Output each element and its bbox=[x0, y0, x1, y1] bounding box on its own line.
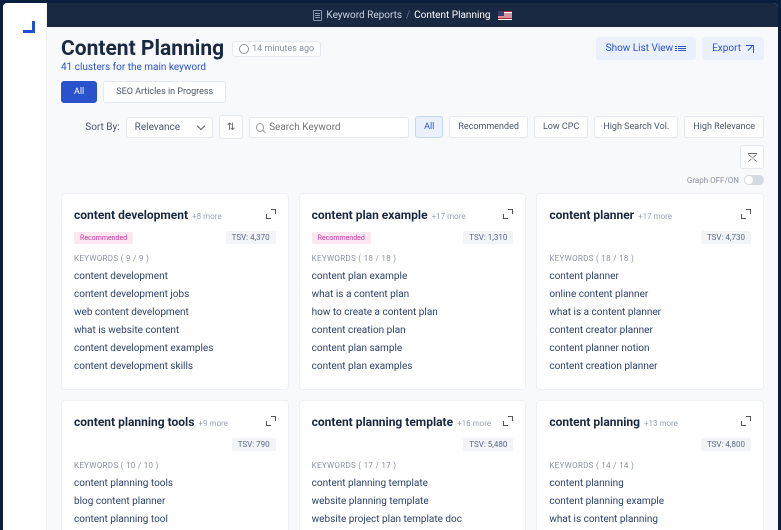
keyword-item[interactable]: content plan sample bbox=[312, 343, 514, 354]
tsv-badge: TSV: 1,310 bbox=[463, 231, 513, 244]
keyword-item[interactable]: website planning template bbox=[312, 496, 514, 507]
show-list-view-button[interactable]: Show List View bbox=[596, 37, 697, 60]
keyword-item[interactable]: content planner bbox=[549, 271, 751, 282]
keyword-item[interactable]: blog content planner bbox=[74, 496, 276, 507]
sort-label: Sort By: bbox=[85, 122, 119, 133]
keyword-item[interactable]: content planning tools bbox=[74, 478, 276, 489]
cluster-card: content planning template +16 more TSV: 5… bbox=[299, 400, 527, 530]
chevron-down-icon bbox=[197, 121, 205, 129]
cluster-more-count: +16 more bbox=[457, 419, 491, 428]
keyword-item[interactable]: content creation planner bbox=[549, 361, 751, 372]
keyword-item[interactable]: how to create a content plan bbox=[312, 307, 514, 318]
filter-icon bbox=[748, 153, 757, 162]
cluster-more-count: +8 more bbox=[192, 212, 221, 221]
expand-icon[interactable] bbox=[503, 416, 513, 426]
keywords-count-label: KEYWORDS ( 17 / 17 ) bbox=[312, 461, 514, 470]
recommended-badge: Recommended bbox=[312, 232, 371, 244]
cluster-card: content planning tools +9 more TSV: 790 K… bbox=[61, 400, 289, 530]
keyword-item[interactable]: content planning bbox=[549, 478, 751, 489]
expand-icon[interactable] bbox=[741, 209, 751, 219]
keyword-item[interactable]: content development bbox=[74, 271, 276, 282]
keywords-count-label: KEYWORDS ( 18 / 18 ) bbox=[549, 254, 751, 263]
filter-high-relevance[interactable]: High Relevance bbox=[684, 116, 764, 138]
tsv-badge: TSV: 4,730 bbox=[701, 231, 751, 244]
keyword-item[interactable]: content plan examples bbox=[312, 361, 514, 372]
document-icon bbox=[313, 10, 322, 21]
filter-all[interactable]: All bbox=[415, 116, 443, 138]
list-icon bbox=[678, 46, 686, 51]
keyword-item[interactable]: content planning example bbox=[549, 496, 751, 507]
expand-icon[interactable] bbox=[741, 416, 751, 426]
keywords-count-label: KEYWORDS ( 14 / 14 ) bbox=[549, 461, 751, 470]
keyword-item[interactable]: content development skills bbox=[74, 361, 276, 372]
filter-settings-button[interactable] bbox=[740, 145, 764, 169]
app-logo[interactable] bbox=[15, 13, 35, 33]
keyword-item[interactable]: online content planner bbox=[549, 289, 751, 300]
graph-toggle-label: Graph OFF/ON bbox=[687, 176, 739, 185]
tsv-badge: TSV: 5,480 bbox=[463, 438, 513, 451]
filter-low-cpc[interactable]: Low CPC bbox=[534, 116, 588, 138]
cluster-card: content planning +13 more TSV: 4,800 KEYW… bbox=[536, 400, 764, 530]
cluster-more-count: +17 more bbox=[638, 212, 672, 221]
cluster-title[interactable]: content planner bbox=[549, 208, 634, 222]
keyword-item[interactable]: website project plan template doc bbox=[312, 514, 514, 525]
tsv-badge: TSV: 4,800 bbox=[701, 438, 751, 451]
expand-icon[interactable] bbox=[266, 209, 276, 219]
keyword-item[interactable]: web content development bbox=[74, 307, 276, 318]
keyword-item[interactable]: content planning template bbox=[312, 478, 514, 489]
tsv-badge: TSV: 4,370 bbox=[226, 231, 276, 244]
breadcrumb-parent[interactable]: Keyword Reports bbox=[326, 10, 402, 21]
keyword-item[interactable]: content development jobs bbox=[74, 289, 276, 300]
search-icon bbox=[256, 123, 264, 132]
sidebar bbox=[3, 3, 47, 530]
expand-icon[interactable] bbox=[266, 416, 276, 426]
keyword-item[interactable]: what is website content bbox=[74, 325, 276, 336]
us-flag-icon bbox=[498, 11, 512, 20]
export-button[interactable]: Export bbox=[702, 37, 764, 60]
cluster-card: content development +8 more Recommended TS… bbox=[61, 193, 289, 390]
cluster-card: content plan example +17 more Recommended… bbox=[299, 193, 527, 390]
search-input-wrapper[interactable] bbox=[249, 117, 409, 138]
graph-toggle[interactable] bbox=[744, 175, 764, 185]
keyword-item[interactable]: content creation plan bbox=[312, 325, 514, 336]
keyword-item[interactable]: content creator planner bbox=[549, 325, 751, 336]
keyword-item[interactable]: what is a content plan bbox=[312, 289, 514, 300]
keywords-count-label: KEYWORDS ( 10 / 10 ) bbox=[74, 461, 276, 470]
page-subtitle: 41 clusters for the main keyword bbox=[61, 62, 321, 73]
cluster-title[interactable]: content planning template bbox=[312, 415, 453, 429]
search-input[interactable] bbox=[269, 122, 402, 133]
cluster-card: content planner +17 more TSV: 4,730 KEYWO… bbox=[536, 193, 764, 390]
keyword-item[interactable]: what is content planning bbox=[549, 514, 751, 525]
export-icon bbox=[746, 45, 754, 53]
cluster-more-count: +9 more bbox=[198, 419, 227, 428]
cluster-title[interactable]: content planning bbox=[549, 415, 640, 429]
cluster-more-count: +13 more bbox=[644, 419, 678, 428]
tab-seo-in-progress[interactable]: SEO Articles in Progress bbox=[103, 81, 226, 103]
cluster-title[interactable]: content planning tools bbox=[74, 415, 194, 429]
keyword-item[interactable]: what is a content planner bbox=[549, 307, 751, 318]
page-title: Content Planning bbox=[61, 37, 224, 61]
tab-all[interactable]: All bbox=[61, 81, 97, 103]
filter-recommended[interactable]: Recommended bbox=[449, 116, 528, 138]
sort-select[interactable]: Relevance bbox=[126, 117, 213, 138]
filter-high-search-vol[interactable]: High Search Vol. bbox=[594, 116, 678, 138]
breadcrumb-current: Content Planning bbox=[414, 10, 490, 21]
sort-direction-button[interactable]: ⇅ bbox=[219, 115, 243, 139]
expand-icon[interactable] bbox=[503, 209, 513, 219]
timestamp-badge: 14 minutes ago bbox=[232, 41, 321, 57]
keywords-count-label: KEYWORDS ( 9 / 9 ) bbox=[74, 254, 276, 263]
keywords-count-label: KEYWORDS ( 18 / 18 ) bbox=[312, 254, 514, 263]
cluster-more-count: +17 more bbox=[432, 212, 466, 221]
breadcrumb: Keyword Reports / Content Planning bbox=[47, 3, 778, 27]
cluster-title[interactable]: content plan example bbox=[312, 208, 428, 222]
recommended-badge: Recommended bbox=[74, 232, 133, 244]
keyword-item[interactable]: content development examples bbox=[74, 343, 276, 354]
keyword-item[interactable]: content planning tool bbox=[74, 514, 276, 525]
keyword-item[interactable]: content plan example bbox=[312, 271, 514, 282]
cluster-title[interactable]: content development bbox=[74, 208, 188, 222]
tsv-badge: TSV: 790 bbox=[232, 438, 276, 451]
keyword-item[interactable]: content planner notion bbox=[549, 343, 751, 354]
